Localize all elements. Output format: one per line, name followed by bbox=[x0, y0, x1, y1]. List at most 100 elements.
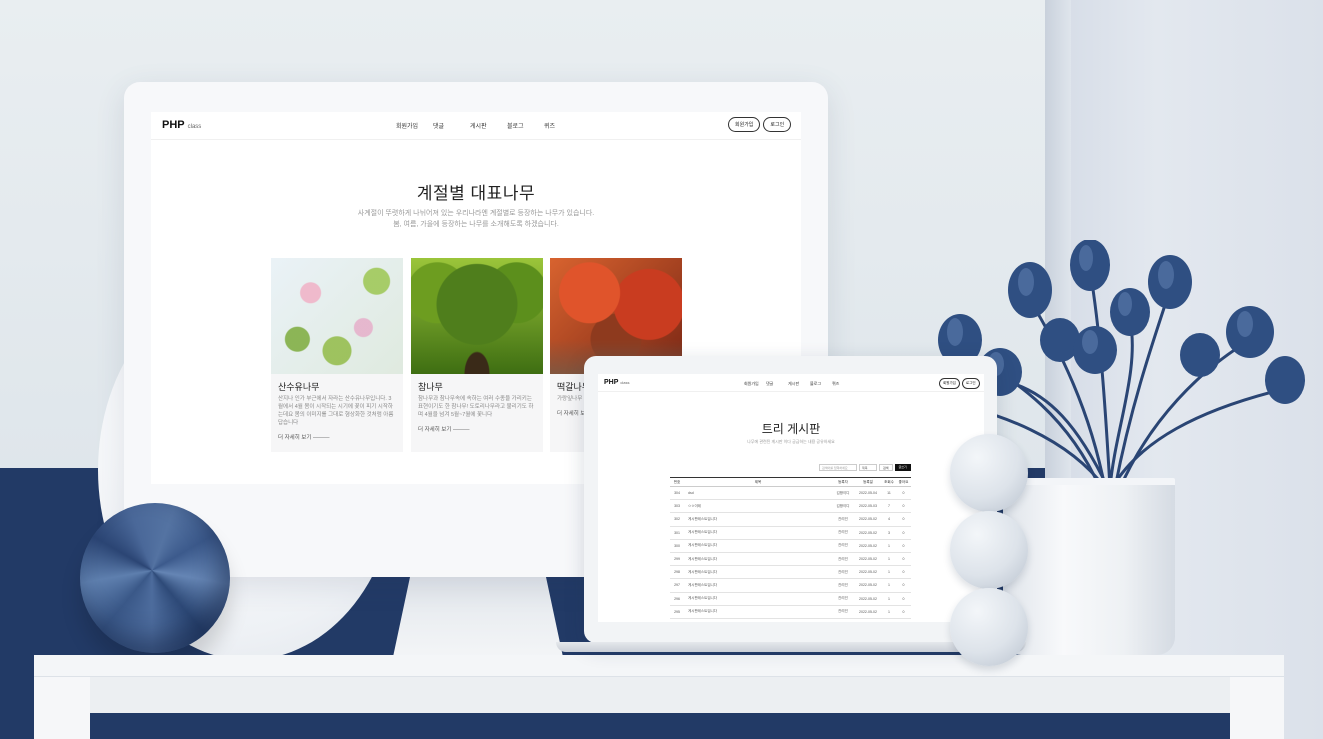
nav-item-blog[interactable]: 블로그 bbox=[810, 381, 832, 387]
post-title[interactable]: 게시판테스트입니다 bbox=[684, 539, 832, 553]
login-button[interactable]: 로그인 bbox=[763, 117, 792, 132]
stacked-sphere bbox=[950, 434, 1028, 512]
post-likes: 0 bbox=[896, 592, 911, 606]
post-title[interactable]: 게시판테스트입니다 bbox=[684, 512, 832, 527]
site-header: PHP class 회원가입 댓글 게시판 블로그 퀴즈 회원가입 로그인 bbox=[151, 112, 801, 140]
post-date: 2022-05-02 bbox=[854, 526, 882, 540]
search-input[interactable]: 검색어를 입력하세요 bbox=[819, 464, 857, 471]
post-title[interactable]: 게시판테스트입니다 bbox=[684, 552, 832, 567]
site-logo[interactable]: PHP class bbox=[162, 119, 201, 131]
table-row[interactable]: 298 게시판테스트입니다 관리인 2022-05-02 1 0 bbox=[670, 565, 911, 580]
post-author: 관리인 bbox=[832, 578, 854, 593]
more-link[interactable]: 더 자세히 보기 ——— bbox=[271, 427, 403, 447]
tree-card[interactable]: 참나무 참나무과 참나무속에 속하는 여러 수종을 가리키는 표현이기도 한 참… bbox=[411, 258, 543, 452]
page-subtitle: 나무에 관련된 게시판 이다 궁금하는 내용 공유하세요 bbox=[747, 439, 835, 444]
nav-item-quiz[interactable]: 퀴즈 bbox=[544, 121, 581, 130]
column-header: 제목 bbox=[684, 477, 832, 487]
signup-button[interactable]: 회원가입 bbox=[728, 117, 761, 132]
page-subtitle: 사계절이 뚜렷하게 나뉘어져 있는 우리나라엔 계절별로 등장하는 나무가 있습… bbox=[357, 210, 595, 228]
nav-item-signup[interactable]: 회원가입 bbox=[396, 121, 433, 130]
write-button[interactable]: 글쓰기 bbox=[894, 464, 911, 471]
monitor-stand bbox=[393, 577, 563, 657]
nav-item-board[interactable]: 게시판 bbox=[470, 121, 507, 130]
post-date: 2022-05-04 bbox=[854, 486, 882, 501]
card-text: 참나무과 참나무속에 속하는 여러 수종을 가리키는 표현이기도 한 참나무! … bbox=[418, 396, 534, 418]
post-likes: 0 bbox=[896, 565, 911, 580]
post-title[interactable]: 게시판테스트입니다 bbox=[684, 565, 832, 580]
stacked-sphere bbox=[950, 588, 1028, 666]
main-nav: 회원가입 댓글 게시판 블로그 퀴즈 bbox=[744, 381, 854, 387]
tree-card[interactable]: 산수유나무 산지나 인가 부근에서 자라는 산수유나무입니다. 3월에서 4월 … bbox=[271, 258, 403, 452]
post-title[interactable]: 게시판테스트입니다 bbox=[684, 526, 832, 540]
column-header: 등록일 bbox=[854, 477, 882, 487]
table-row[interactable]: 301 게시판테스트입니다 관리인 2022-05-02 3 0 bbox=[670, 526, 911, 540]
table-row[interactable]: 300 게시판테스트입니다 관리인 2022-05-02 1 0 bbox=[670, 539, 911, 553]
post-title[interactable]: 게시판테스트입니다 bbox=[684, 592, 832, 606]
more-link[interactable]: 더 자세히 보기 ——— bbox=[411, 419, 543, 439]
tree-photo bbox=[411, 258, 543, 374]
nav-item-signup[interactable]: 회원가입 bbox=[744, 381, 766, 387]
post-views: 4 bbox=[882, 512, 896, 527]
header-buttons: 회원가입 로그인 bbox=[939, 378, 980, 389]
post-title[interactable]: dsd bbox=[684, 486, 832, 501]
tree-photo bbox=[271, 258, 403, 374]
page-title: 계절별 대표나무 bbox=[416, 184, 536, 203]
post-author: 관리인 bbox=[832, 539, 854, 553]
site-header: PHP class 회원가입 댓글 게시판 블로그 퀴즈 회원가입 로그인 bbox=[598, 374, 984, 392]
table-row[interactable]: 299 게시판테스트입니다 관리인 2022-05-02 1 0 bbox=[670, 552, 911, 567]
site-logo[interactable]: PHP class bbox=[604, 379, 630, 386]
post-author: 김팡이디 bbox=[832, 499, 854, 514]
post-date: 2022-05-02 bbox=[854, 512, 882, 527]
post-title[interactable]: 게시판테스트입니다 bbox=[684, 605, 832, 619]
post-likes: 0 bbox=[896, 578, 911, 593]
column-header: 등록자 bbox=[832, 477, 854, 487]
table-row[interactable]: 296 게시판테스트입니다 관리인 2022-05-02 1 0 bbox=[670, 592, 911, 606]
search-field-select[interactable]: 제목 bbox=[859, 464, 877, 471]
nav-item-blog[interactable]: 블로그 bbox=[507, 121, 544, 130]
post-title[interactable]: 게시판테스트입니다 bbox=[684, 578, 832, 593]
main-nav: 회원가입 댓글 게시판 블로그 퀴즈 bbox=[396, 121, 581, 130]
post-number: 300 bbox=[670, 539, 684, 553]
login-button[interactable]: 로그인 bbox=[961, 378, 980, 389]
post-number: 303 bbox=[670, 499, 684, 514]
search-button[interactable]: 검색 bbox=[879, 464, 893, 471]
post-number: 297 bbox=[670, 578, 684, 593]
table-row[interactable]: 303 ㅇㅇ이테 김팡이디 2022-05-03 7 0 bbox=[670, 499, 911, 514]
post-number: 301 bbox=[670, 526, 684, 540]
post-date: 2022-05-02 bbox=[854, 605, 882, 619]
nav-item-comment[interactable]: 댓글 bbox=[433, 121, 470, 130]
table-leg bbox=[34, 677, 90, 739]
post-likes: 0 bbox=[896, 539, 911, 553]
card-title: 산수유나무 bbox=[278, 382, 320, 392]
table-row[interactable]: 297 게시판테스트입니다 관리인 2022-05-02 1 0 bbox=[670, 578, 911, 593]
post-date: 2022-05-02 bbox=[854, 539, 882, 553]
column-header: 번호 bbox=[670, 477, 684, 487]
post-date: 2022-05-02 bbox=[854, 578, 882, 593]
post-views: 1 bbox=[882, 592, 896, 606]
post-author: 관리인 bbox=[832, 552, 854, 567]
table-row[interactable]: 304 dsd 김팡이디 2022-05-04 11 0 bbox=[670, 486, 911, 501]
card-title: 참나무 bbox=[418, 382, 443, 392]
nav-item-board[interactable]: 게시판 bbox=[788, 381, 810, 387]
post-author: 관리인 bbox=[832, 512, 854, 527]
vase bbox=[1003, 485, 1175, 655]
post-views: 1 bbox=[882, 539, 896, 553]
post-likes: 0 bbox=[896, 526, 911, 540]
post-likes: 0 bbox=[896, 512, 911, 527]
post-author: 관리인 bbox=[832, 592, 854, 606]
floor-shadow bbox=[90, 713, 1230, 739]
signup-button[interactable]: 회원가입 bbox=[939, 378, 960, 389]
nav-item-comment[interactable]: 댓글 bbox=[766, 381, 788, 387]
table-apron bbox=[80, 677, 1240, 713]
table-row[interactable]: 302 게시판테스트입니다 관리인 2022-05-02 4 0 bbox=[670, 512, 911, 527]
post-views: 3 bbox=[882, 526, 896, 540]
post-title[interactable]: ㅇㅇ이테 bbox=[684, 499, 832, 514]
post-views: 1 bbox=[882, 605, 896, 619]
post-number: 298 bbox=[670, 565, 684, 580]
table-row[interactable]: 295 게시판테스트입니다 관리인 2022-05-02 1 0 bbox=[670, 605, 911, 619]
table-leg bbox=[1230, 677, 1284, 739]
post-author: 관리인 bbox=[832, 526, 854, 540]
post-date: 2022-05-03 bbox=[854, 499, 882, 514]
post-likes: 0 bbox=[896, 605, 911, 619]
nav-item-quiz[interactable]: 퀴즈 bbox=[832, 381, 854, 387]
